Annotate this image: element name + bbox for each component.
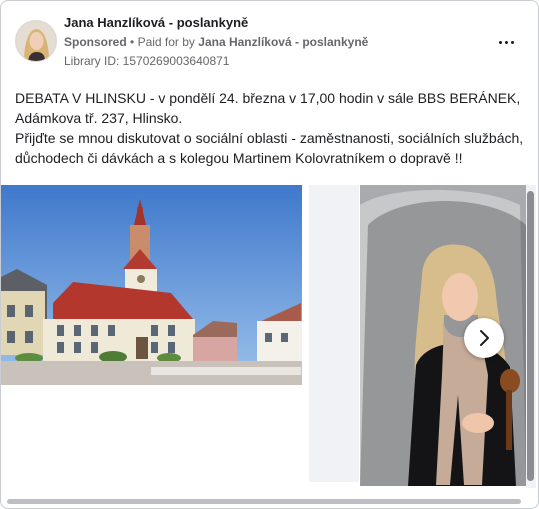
- sponsored-line: Sponsored • Paid for by Jana Hanzlíková …: [64, 35, 368, 49]
- chevron-right-icon: [480, 330, 489, 346]
- town-hall-photo: [1, 185, 302, 385]
- carousel-image-town-hall[interactable]: [1, 185, 302, 385]
- sponsored-label: Sponsored: [64, 35, 127, 49]
- more-dot-icon: [511, 41, 514, 44]
- more-dot-icon: [505, 41, 508, 44]
- paid-for-name: Jana Hanzlíková - poslankyně: [198, 35, 369, 49]
- media-carousel: [1, 185, 538, 488]
- post-line: Adámkova tř. 237, Hlinsko.: [15, 110, 183, 126]
- advertiser-name[interactable]: Jana Hanzlíková - poslankyně: [64, 15, 248, 30]
- post-line: důchodech či dávkách a s kolegou Martine…: [15, 150, 463, 166]
- ad-card: Jana Hanzlíková - poslankyně Sponsored •…: [0, 0, 539, 509]
- post-text: DEBATA V HLINSKU - v pondělí 24. března …: [15, 88, 533, 168]
- horizontal-scrollbar-thumb[interactable]: [7, 499, 521, 504]
- more-dot-icon: [499, 41, 502, 44]
- vertical-scrollbar[interactable]: [526, 185, 536, 488]
- vertical-scrollbar-thumb[interactable]: [527, 191, 534, 481]
- avatar-portrait-image: [16, 21, 56, 61]
- paid-for-prefix: Paid for by: [137, 35, 195, 49]
- carousel-next-button[interactable]: [464, 318, 504, 358]
- more-options-button[interactable]: [495, 32, 519, 52]
- library-id: Library ID: 1570269003640871: [64, 54, 230, 68]
- meta-separator: •: [130, 35, 135, 49]
- horizontal-scrollbar[interactable]: [1, 496, 538, 508]
- post-line: DEBATA V HLINSKU - v pondělí 24. března …: [15, 90, 521, 106]
- post-line: Přijďte se mnou diskutovat o sociální ob…: [15, 130, 524, 146]
- carousel-gap: [309, 185, 359, 482]
- advertiser-avatar[interactable]: [15, 20, 57, 62]
